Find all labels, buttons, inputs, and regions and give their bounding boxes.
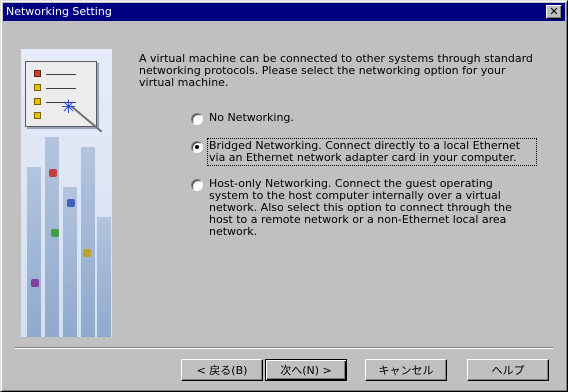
close-button[interactable]: ✕ (546, 5, 562, 19)
intro-text: A virtual machine can be connected to ot… (139, 52, 533, 89)
label-no-networking[interactable]: No Networking. (209, 112, 294, 124)
help-button[interactable]: ヘルプ (467, 359, 549, 381)
label-bridged-networking[interactable]: Bridged Networking. Connect directly to … (207, 138, 537, 166)
separator (15, 347, 553, 349)
option-host-only-networking[interactable]: Host-only Networking. Connect the guest … (191, 178, 539, 238)
next-button[interactable]: 次へ(N) > (265, 359, 347, 381)
window-title: Networking Setting (6, 5, 112, 18)
networking-setting-dialog: Networking Setting ✕ ✳ A virtual machine… (0, 0, 568, 392)
option-bridged-networking[interactable]: Bridged Networking. Connect directly to … (191, 138, 539, 166)
radio-host-only-networking[interactable] (191, 179, 203, 191)
cancel-button[interactable]: キャンセル (365, 359, 447, 381)
back-button[interactable]: < 戻る(B) (181, 359, 263, 381)
close-icon: ✕ (549, 5, 559, 18)
title-bar[interactable]: Networking Setting ✕ (3, 3, 565, 21)
radio-no-networking[interactable] (191, 113, 203, 125)
radio-bridged-networking[interactable] (191, 141, 203, 153)
sparkle-icon: ✳ (61, 97, 77, 118)
option-no-networking[interactable]: No Networking. (191, 112, 531, 125)
label-host-only-networking[interactable]: Host-only Networking. Connect the guest … (209, 178, 535, 238)
